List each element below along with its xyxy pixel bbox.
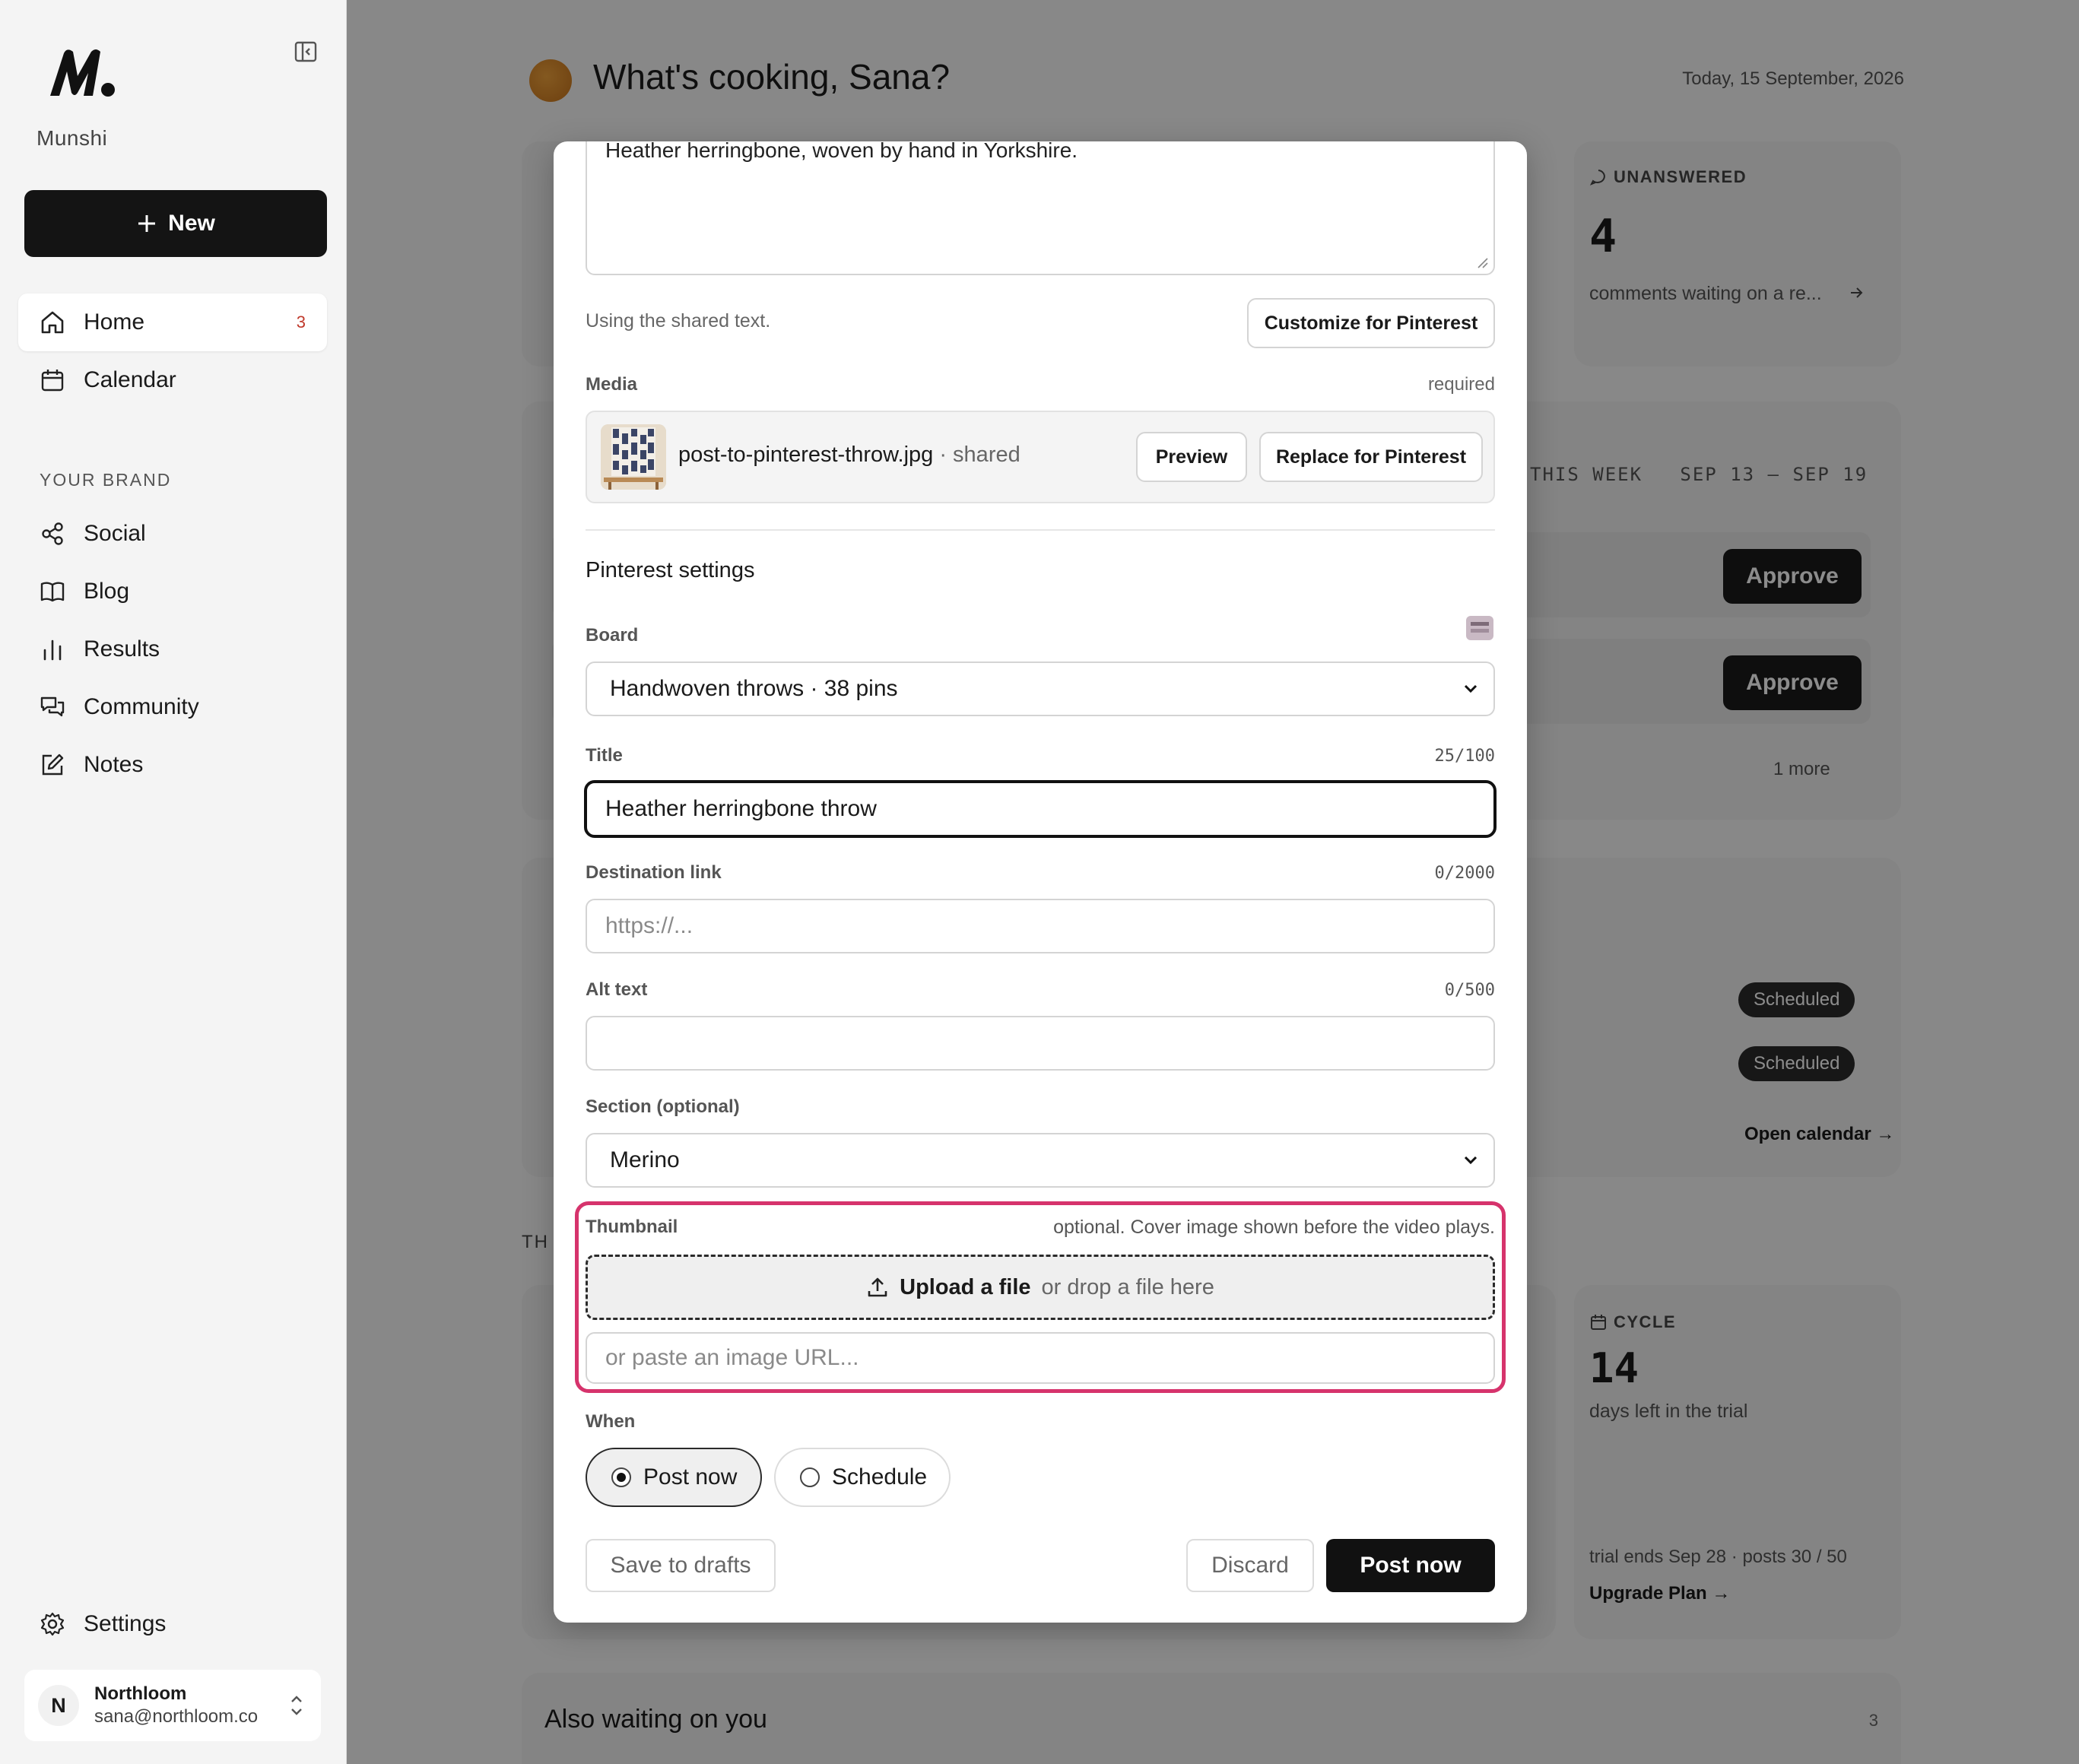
sidebar-item-label: Settings	[84, 1611, 167, 1636]
upload-file-link[interactable]: Upload a file	[900, 1275, 1030, 1300]
radio-selected-icon	[611, 1467, 631, 1487]
discard-button[interactable]: Discard	[1186, 1539, 1314, 1592]
sidebar-item-settings[interactable]: Settings	[18, 1595, 327, 1653]
title-input-value: Heather herringbone throw	[605, 796, 877, 821]
post-now-button[interactable]: Post now	[1326, 1539, 1495, 1592]
plus-icon	[138, 215, 156, 232]
chevron-down-icon	[1464, 1156, 1478, 1165]
destination-link-label: Destination link	[586, 862, 722, 883]
board-label: Board	[586, 625, 639, 646]
caption-text: Heather herringbone, woven by hand in Yo…	[605, 141, 1078, 162]
new-button[interactable]: New	[24, 190, 327, 257]
schedule-option[interactable]: Schedule	[774, 1448, 951, 1507]
shared-text-note: Using the shared text.	[586, 310, 771, 332]
section-label-your-brand: YOUR BRAND	[40, 470, 172, 490]
sidebar-item-social[interactable]: Social	[18, 505, 327, 563]
account-name: Northloom	[94, 1683, 187, 1704]
new-button-label: New	[168, 211, 215, 236]
sidebar: Munshi New Home 3 Calendar YOUR BRAND So…	[0, 0, 347, 1764]
radio-unselected-icon	[800, 1467, 820, 1487]
share-icon	[42, 522, 63, 545]
media-required-note: required	[1427, 374, 1495, 395]
pinterest-settings-heading: Pinterest settings	[586, 558, 755, 582]
upload-icon	[868, 1277, 887, 1297]
resize-handle-icon[interactable]	[1477, 257, 1489, 269]
destination-link-placeholder: https://...	[605, 913, 694, 938]
sidebar-item-label: Social	[84, 521, 146, 546]
customize-for-pinterest-button[interactable]: Customize for Pinterest	[1247, 298, 1495, 348]
sidebar-item-notes[interactable]: Notes	[18, 736, 327, 794]
calendar-icon	[41, 370, 64, 392]
sidebar-item-label: Notes	[84, 752, 144, 777]
media-label: Media	[586, 374, 638, 395]
sidebar-item-label: Home	[84, 309, 145, 335]
board-select-value: Handwoven throws · 38 pins	[610, 676, 898, 701]
account-email: sana@northloom.co	[94, 1706, 259, 1727]
brand-name: Munshi	[37, 126, 108, 150]
chevron-up-down-icon	[291, 1696, 302, 1715]
alt-text-counter: 0/500	[1444, 981, 1495, 1000]
media-filename: post-to-pinterest-throw.jpg	[678, 443, 934, 467]
sidebar-item-community[interactable]: Community	[18, 678, 327, 736]
post-now-option-label: Post now	[643, 1464, 738, 1490]
section-select-value: Merino	[610, 1147, 680, 1172]
chat-bubbles-icon	[40, 696, 65, 717]
chevron-down-icon	[1464, 684, 1478, 693]
drop-file-text: or drop a file here	[1041, 1274, 1214, 1299]
edit-note-icon	[42, 754, 64, 776]
thumbnail-url-input[interactable]: or paste an image URL...	[586, 1332, 1495, 1384]
munshi-logo[interactable]	[47, 46, 117, 100]
book-icon	[40, 582, 65, 602]
section-select[interactable]: Merino	[586, 1133, 1495, 1188]
post-now-option[interactable]: Post now	[586, 1448, 762, 1507]
save-to-drafts-button[interactable]: Save to drafts	[586, 1539, 776, 1592]
thumbnail-dropzone[interactable]: Upload a file or drop a file here	[586, 1255, 1495, 1320]
account-switcher[interactable]: N Northloom sana@northloom.co	[24, 1670, 321, 1741]
sidebar-item-blog[interactable]: Blog	[18, 563, 327, 620]
thumbnail-label: Thumbnail	[586, 1217, 678, 1237]
sidebar-item-home[interactable]: Home 3	[18, 293, 327, 351]
sidebar-item-label: Blog	[84, 579, 130, 604]
home-icon	[41, 311, 64, 334]
preview-button[interactable]: Preview	[1136, 432, 1247, 482]
home-count-badge: 3	[296, 313, 306, 332]
board-select[interactable]: Handwoven throws · 38 pins	[586, 662, 1495, 716]
title-input[interactable]: Heather herringbone throw	[584, 780, 1497, 838]
caption-textarea[interactable]: Heather herringbone, woven by hand in Yo…	[586, 141, 1495, 275]
alt-text-label: Alt text	[586, 979, 648, 1000]
sidebar-item-label: Calendar	[84, 367, 176, 392]
title-char-counter: 25/100	[1434, 747, 1495, 766]
title-label: Title	[586, 745, 623, 766]
sidebar-item-label: Community	[84, 694, 199, 719]
media-shared-tag: · shared	[939, 443, 1020, 467]
pinterest-post-dialog: Heather herringbone, woven by hand in Yo…	[554, 141, 1527, 1623]
collapse-sidebar-icon[interactable]	[294, 40, 318, 64]
alt-text-input[interactable]	[586, 1016, 1495, 1071]
thumbnail-hint: optional. Cover image shown before the v…	[1053, 1217, 1495, 1238]
divider	[586, 529, 1495, 531]
board-thumbnail-icon	[1466, 616, 1493, 640]
gear-icon	[40, 1612, 65, 1636]
media-thumbnail[interactable]	[601, 424, 666, 490]
avatar: N	[38, 1685, 79, 1726]
sidebar-item-label: Results	[84, 636, 160, 662]
sidebar-item-results[interactable]: Results	[18, 620, 327, 678]
thumbnail-url-placeholder: or paste an image URL...	[605, 1345, 859, 1370]
replace-for-pinterest-button[interactable]: Replace for Pinterest	[1259, 432, 1483, 482]
destination-link-input[interactable]: https://...	[586, 899, 1495, 953]
schedule-option-label: Schedule	[832, 1464, 928, 1490]
when-label: When	[586, 1411, 636, 1432]
sidebar-item-calendar[interactable]: Calendar	[18, 351, 327, 409]
media-item: post-to-pinterest-throw.jpg · shared Pre…	[586, 411, 1495, 503]
bar-chart-icon	[43, 639, 62, 661]
destination-link-counter: 0/2000	[1434, 864, 1495, 883]
section-label: Section (optional)	[586, 1096, 740, 1117]
